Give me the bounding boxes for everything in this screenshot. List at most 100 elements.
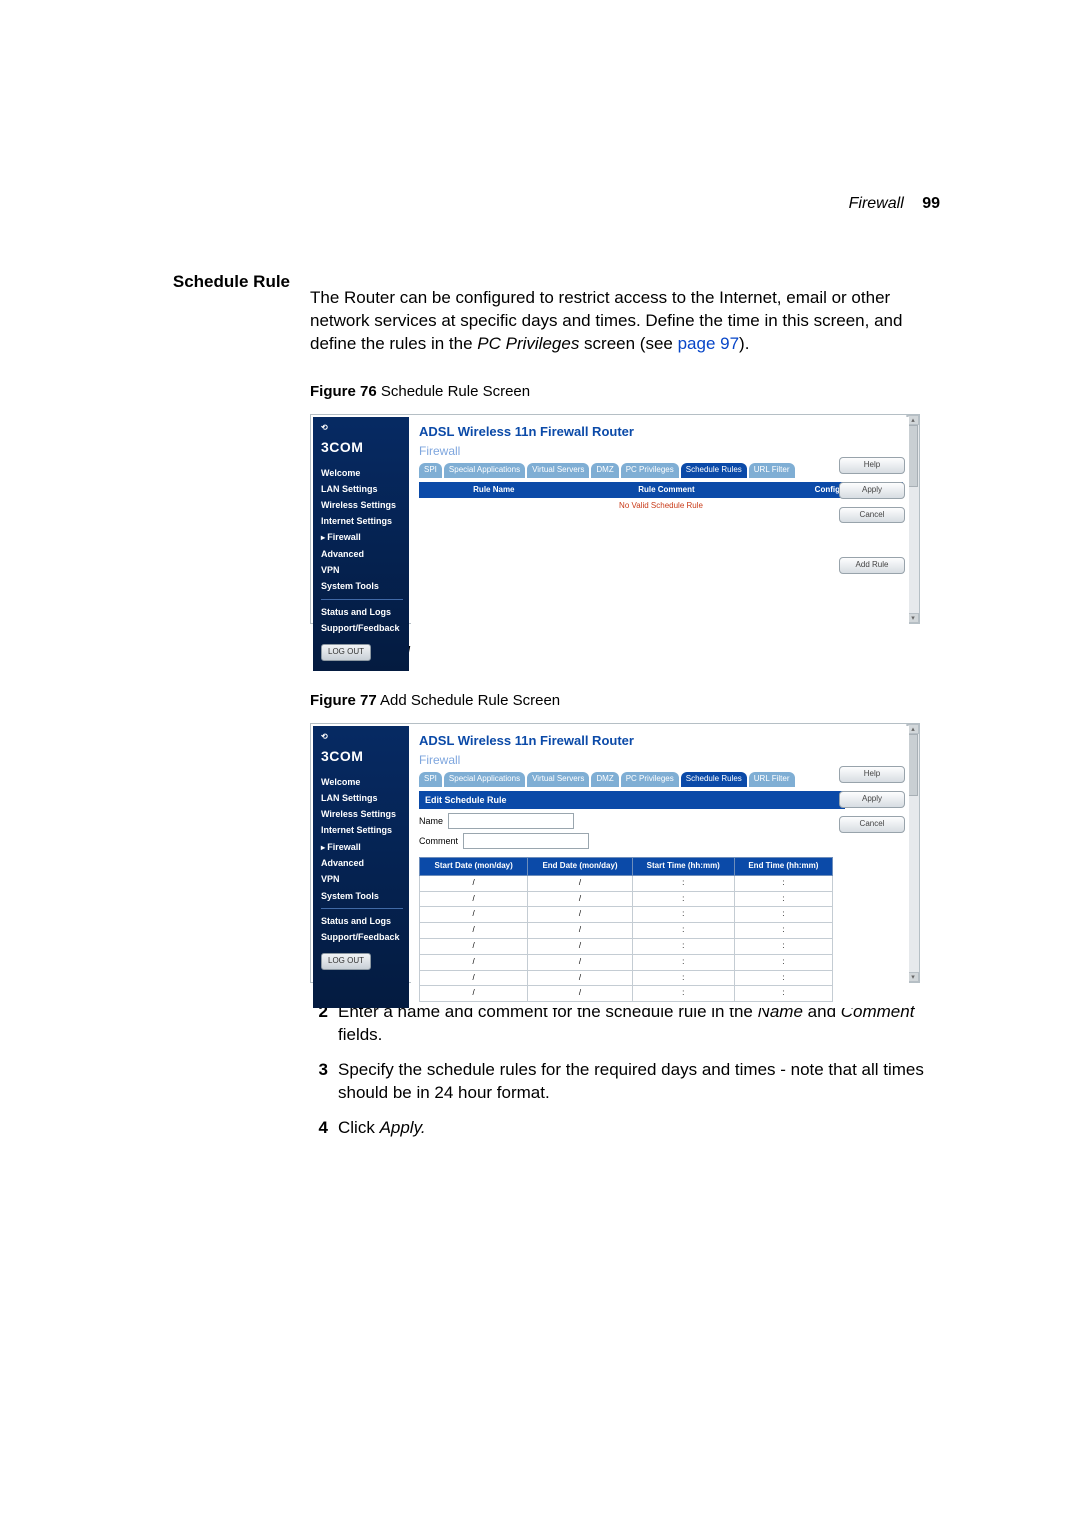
sidebar-item-vpn[interactable]: VPN (321, 564, 403, 576)
schedule-cell[interactable]: / (420, 954, 528, 970)
router-subtitle: Firewall (419, 752, 903, 768)
sidebar-item-internet[interactable]: Internet Settings (321, 515, 403, 527)
figure-76-label: Figure 76 Schedule Rule Screen (310, 382, 940, 402)
col-start-date: Start Date (mon/day) (420, 857, 528, 875)
schedule-cell[interactable]: : (632, 986, 734, 1002)
tab-url-filter[interactable]: URL Filter (749, 772, 795, 787)
tab-pc-privileges[interactable]: PC Privileges (621, 772, 679, 787)
sidebar-item-welcome[interactable]: Welcome (321, 467, 403, 479)
schedule-cell[interactable]: : (632, 907, 734, 923)
tab-schedule-rules[interactable]: Schedule Rules (681, 772, 747, 787)
tab-spi[interactable]: SPI (419, 463, 442, 478)
sidebar-item-status[interactable]: Status and Logs (321, 606, 403, 618)
schedule-cell[interactable]: : (734, 938, 832, 954)
tab-url-filter[interactable]: URL Filter (749, 463, 795, 478)
schedule-cell[interactable]: : (734, 970, 832, 986)
apply-button[interactable]: Apply (839, 791, 905, 808)
sidebar-item-welcome[interactable]: Welcome (321, 776, 403, 788)
help-button[interactable]: Help (839, 766, 905, 783)
sidebar-item-advanced[interactable]: Advanced (321, 857, 403, 869)
schedule-cell[interactable]: / (420, 986, 528, 1002)
schedule-cell[interactable]: / (420, 938, 528, 954)
router-main-pane: ADSL Wireless 11n Firewall Router Firewa… (411, 417, 909, 671)
schedule-cell[interactable]: : (632, 970, 734, 986)
tab-dmz[interactable]: DMZ (591, 772, 618, 787)
schedule-cell[interactable]: / (528, 954, 632, 970)
tab-pc-privileges[interactable]: PC Privileges (621, 463, 679, 478)
cancel-button[interactable]: Cancel (839, 816, 905, 833)
scrollbar-thumb[interactable] (908, 734, 918, 796)
schedule-cell[interactable]: : (632, 891, 734, 907)
sidebar-item-systools[interactable]: System Tools (321, 580, 403, 592)
scrollbar-thumb[interactable] (908, 425, 918, 487)
schedule-cell[interactable]: : (734, 923, 832, 939)
tab-special-applications[interactable]: Special Applications (444, 463, 525, 478)
sidebar-item-advanced[interactable]: Advanced (321, 548, 403, 560)
schedule-cell[interactable]: / (528, 875, 632, 891)
logout-button[interactable]: LOG OUT (321, 644, 371, 661)
edit-schedule-rule-header: Edit Schedule Rule (419, 791, 845, 809)
no-valid-rule-text: No Valid Schedule Rule (419, 501, 903, 512)
table-row: //:: (420, 986, 833, 1002)
tab-virtual-servers[interactable]: Virtual Servers (527, 772, 589, 787)
schedule-cell[interactable]: / (420, 907, 528, 923)
brand-text: 3COM (321, 438, 403, 457)
logout-button[interactable]: LOG OUT (321, 953, 371, 970)
schedule-cell[interactable]: : (632, 954, 734, 970)
figure-77-label: Figure 77 Add Schedule Rule Screen (310, 691, 940, 711)
schedule-cell[interactable]: : (734, 875, 832, 891)
tab-dmz[interactable]: DMZ (591, 463, 618, 478)
comment-input[interactable] (463, 833, 589, 849)
schedule-cell[interactable]: / (420, 891, 528, 907)
schedule-cell[interactable]: : (632, 875, 734, 891)
tab-special-applications[interactable]: Special Applications (444, 772, 525, 787)
action-buttons: Help Apply Cancel Add Rule (839, 457, 905, 574)
sidebar-item-internet[interactable]: Internet Settings (321, 824, 403, 836)
schedule-cell[interactable]: : (632, 923, 734, 939)
sidebar-item-firewall[interactable]: Firewall (321, 841, 403, 854)
router-main-pane: ADSL Wireless 11n Firewall Router Firewa… (411, 726, 909, 1008)
schedule-cell[interactable]: / (528, 907, 632, 923)
schedule-cell[interactable]: : (734, 891, 832, 907)
name-label: Name (419, 815, 443, 827)
schedule-cell[interactable]: / (420, 875, 528, 891)
step-4: 4 Click Apply. (310, 1117, 940, 1140)
tab-virtual-servers[interactable]: Virtual Servers (527, 463, 589, 478)
schedule-cell[interactable]: / (528, 970, 632, 986)
sidebar-item-systools[interactable]: System Tools (321, 890, 403, 902)
tab-schedule-rules[interactable]: Schedule Rules (681, 463, 747, 478)
schedule-cell[interactable]: / (528, 923, 632, 939)
action-buttons: Help Apply Cancel (839, 766, 905, 832)
sidebar-item-wireless[interactable]: Wireless Settings (321, 808, 403, 820)
add-rule-button[interactable]: Add Rule (839, 557, 905, 574)
schedule-cell[interactable]: : (734, 954, 832, 970)
schedule-cell[interactable]: / (420, 970, 528, 986)
table-row: //:: (420, 875, 833, 891)
apply-button[interactable]: Apply (839, 482, 905, 499)
name-input[interactable] (448, 813, 574, 829)
step-3: 3 Specify the schedule rules for the req… (310, 1059, 940, 1105)
schedule-cell[interactable]: / (528, 891, 632, 907)
schedule-cell[interactable]: : (734, 907, 832, 923)
router-sidebar: ⟲ 3COM Welcome LAN Settings Wireless Set… (313, 417, 409, 671)
section-heading-schedule-rule: Schedule Rule (140, 270, 290, 292)
running-head-section: Firewall (849, 195, 904, 212)
schedule-cell[interactable]: / (528, 938, 632, 954)
sidebar-item-vpn[interactable]: VPN (321, 873, 403, 885)
tab-spi[interactable]: SPI (419, 772, 442, 787)
schedule-cell[interactable]: : (734, 986, 832, 1002)
sidebar-item-status[interactable]: Status and Logs (321, 915, 403, 927)
sidebar-item-lan[interactable]: LAN Settings (321, 483, 403, 495)
sidebar-item-support[interactable]: Support/Feedback (321, 622, 403, 634)
screenshot-schedule-rule: ▴ ▾ ⟲ 3COM Welcome LAN Settings Wireless… (310, 414, 920, 624)
schedule-cell[interactable]: / (420, 923, 528, 939)
sidebar-item-lan[interactable]: LAN Settings (321, 792, 403, 804)
help-button[interactable]: Help (839, 457, 905, 474)
cancel-button[interactable]: Cancel (839, 507, 905, 524)
sidebar-item-wireless[interactable]: Wireless Settings (321, 499, 403, 511)
sidebar-item-support[interactable]: Support/Feedback (321, 931, 403, 943)
schedule-cell[interactable]: / (528, 986, 632, 1002)
link-page-97[interactable]: page 97 (678, 334, 739, 353)
sidebar-item-firewall[interactable]: Firewall (321, 531, 403, 544)
schedule-cell[interactable]: : (632, 938, 734, 954)
